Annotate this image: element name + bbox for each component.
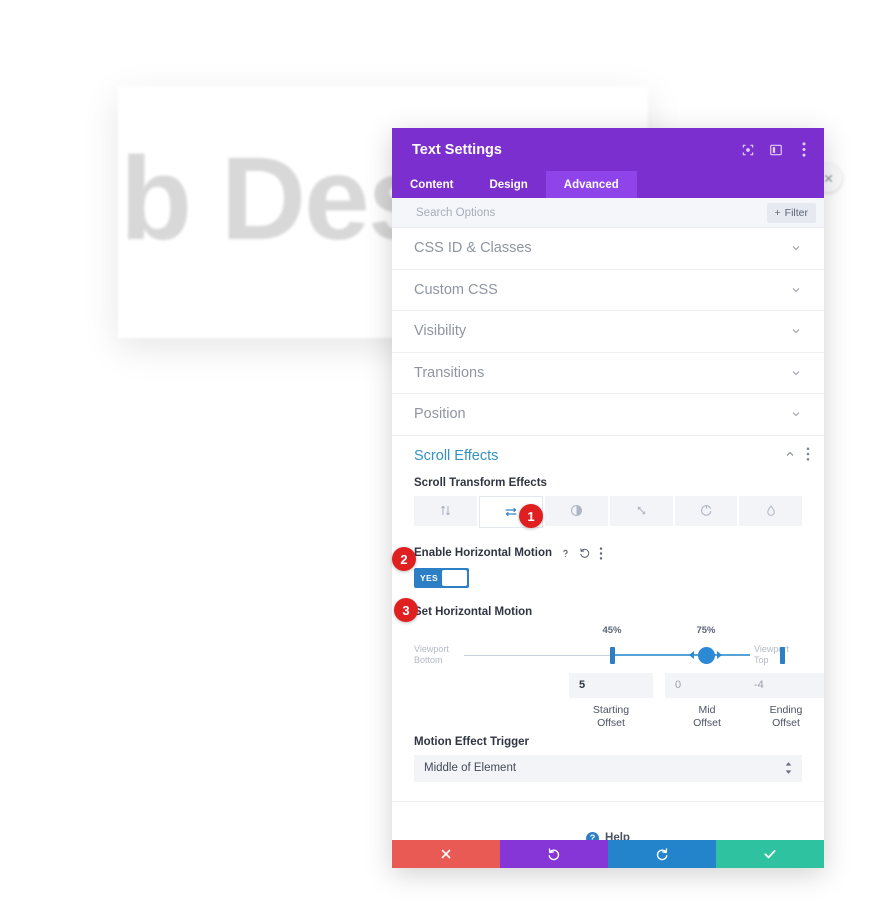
set-horizontal-motion-label: Set Horizontal Motion [414,605,533,618]
background-headline: b Des [120,133,433,265]
target-icon[interactable] [740,142,755,157]
viewport-top-label: Viewport Top [754,643,789,665]
text-settings-modal: Text Settings Content Design Advanced Se… [392,128,824,868]
tab-advanced[interactable]: Advanced [545,171,637,198]
accordion-label: Position [414,406,466,423]
starting-offset-caption: Starting Offset [592,703,630,729]
question-mark-icon[interactable] [560,547,571,560]
annotation-badge-1: 1 [519,504,543,528]
ending-offset-input[interactable]: -4 [744,672,824,698]
reset-icon[interactable] [579,547,591,559]
starting-offset-group: 5 Starting Offset [569,672,653,730]
enable-horizontal-motion-toggle[interactable]: YES [414,567,469,588]
page-title: Text Settings [412,141,502,158]
motion-effect-trigger-select-wrap: Middle of Element [414,754,802,782]
enable-horizontal-motion-label: Enable Horizontal Motion [414,547,552,559]
accordion-visibility[interactable]: Visibility [392,311,824,353]
screenshot-root: b Des Text Settings Content Design Advan… [0,0,880,912]
handle-right-arrow-icon [717,650,722,659]
search-bar: + Filter [392,198,824,228]
fade-icon[interactable] [545,495,609,526]
cancel-button[interactable] [392,840,500,868]
select-updown-arrows-icon [785,761,792,775]
handle-left-arrow-icon [689,650,694,659]
modal-header: Text Settings [392,128,824,171]
redo-button[interactable] [608,840,716,868]
mid-offset-group: 0 Mid Offset [665,672,749,730]
vertical-motion-icon[interactable] [414,495,477,526]
filter-button[interactable]: + Filter [766,202,816,223]
annotation-badge-3: 3 [394,598,418,622]
vertical-dots-icon[interactable] [806,447,810,465]
slider-end-handle[interactable] [780,646,785,664]
chevron-down-icon [790,325,802,337]
accordion-css-id-classes[interactable]: CSS ID & Classes [392,228,824,270]
accordion-position[interactable]: Position [392,394,824,436]
section-scroll-effects-header[interactable]: Scroll Effects [392,436,824,477]
modal-footer [392,840,824,868]
mid-percent-label: 75% [696,624,716,636]
accordion-transitions[interactable]: Transitions [392,353,824,394]
help-label: Help [605,832,630,840]
accordion-label: Visibility [414,323,467,340]
starting-offset-input[interactable]: 5 [569,672,653,698]
start-percent-label: 45% [602,624,622,636]
undo-button[interactable] [500,840,608,868]
section-title: Scroll Effects [414,448,499,464]
modal-tabs: Content Design Advanced [392,171,824,198]
help-link[interactable]: ? Help [392,831,824,840]
accordion-label: Transitions [414,364,485,381]
blur-icon[interactable] [739,495,803,526]
toggle-knob [442,569,467,586]
filter-button-label: Filter [784,206,808,219]
vertical-dots-icon[interactable] [599,546,603,560]
toggle-value-label: YES [420,572,438,583]
header-icon-group [740,142,811,157]
accordion-custom-css[interactable]: Custom CSS [392,270,824,311]
ending-offset-group: -4 Ending Offset [744,672,824,730]
slider-start-handle[interactable] [610,646,615,664]
vertical-dots-icon[interactable] [796,142,811,157]
scale-icon[interactable] [610,495,673,526]
modal-body: CSS ID & Classes Custom CSS Visibility T… [392,228,824,840]
slider-mid-handle[interactable] [698,646,715,664]
tab-design[interactable]: Design [471,171,545,198]
chevron-up-icon[interactable] [784,448,796,464]
enable-horizontal-motion-row: Enable Horizontal Motion [392,546,824,560]
annotation-badge-2: 2 [392,547,416,571]
save-button[interactable] [716,840,824,868]
motion-effect-trigger-value: Middle of Element [424,762,517,774]
scroll-transform-effects-group [414,495,803,528]
viewport-bottom-label: Viewport Bottom [414,643,449,665]
mid-offset-caption: Mid Offset [693,703,721,729]
search-input[interactable] [414,205,767,220]
rotate-icon[interactable] [674,495,738,526]
horizontal-motion-slider: Viewport Bottom Viewport Top 45% 75% 5 S… [414,624,824,729]
section-divider [392,800,824,802]
scroll-transform-effects-label: Scroll Transform Effects [414,476,547,489]
motion-effect-trigger-select[interactable]: Middle of Element [414,754,802,782]
chevron-down-icon [790,284,802,296]
chevron-down-icon [790,242,802,254]
question-circle-icon: ? [586,831,600,840]
layout-panel-icon[interactable] [768,142,783,157]
slider-track-active [612,654,750,656]
accordion-label: Custom CSS [414,281,498,298]
tab-content[interactable]: Content [392,171,471,198]
chevron-down-icon [790,408,802,420]
plus-icon: + [774,206,781,219]
accordion-label: CSS ID & Classes [414,240,532,257]
motion-effect-trigger-label: Motion Effect Trigger [414,735,529,748]
mid-offset-input[interactable]: 0 [665,672,749,698]
ending-offset-caption: Ending Offset [769,703,803,729]
chevron-down-icon [790,367,802,379]
